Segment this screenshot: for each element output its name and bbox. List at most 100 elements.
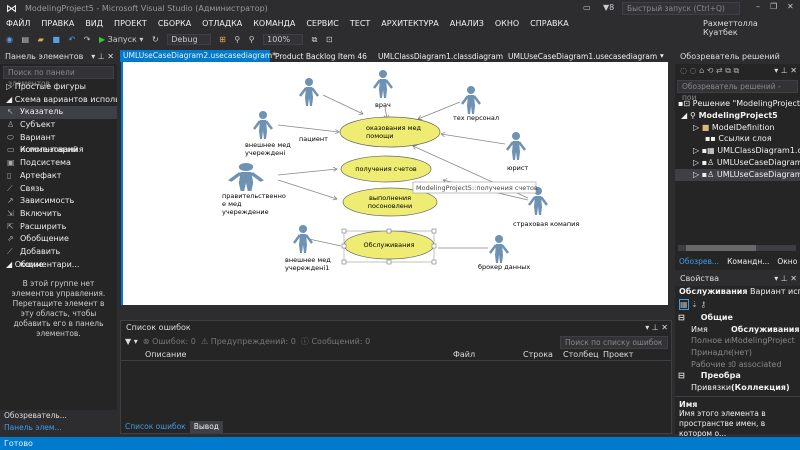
tree-model-definition[interactable]: ▷ ■ ModelDefinition — [675, 122, 800, 134]
toolbox-item-include[interactable]: ⇲ Включить — [0, 208, 117, 221]
tab-class-diagram[interactable]: UMLClassDiagram1.classdiagram — [378, 52, 503, 61]
actor-government[interactable]: правительственное медучереждение — [222, 163, 286, 216]
panel-controls[interactable]: ▾ ⊥ ✕ — [91, 50, 114, 64]
new-project-icon[interactable]: ▤ — [22, 35, 30, 44]
tab-overflow-icon[interactable]: ▾ — [660, 51, 664, 60]
alphabetical-icon[interactable]: ⇣ — [691, 300, 698, 309]
column-description[interactable]: Описание — [145, 349, 186, 361]
usecase-invoices[interactable]: получения счетов — [340, 155, 432, 183]
menu-team[interactable]: КОМАНДА — [253, 19, 295, 28]
warnings-filter-button[interactable]: ⚠ Предупреждений: 0 — [198, 337, 296, 346]
toolbox-item-pointer[interactable]: ↖ Указатель — [0, 106, 117, 120]
tab-output[interactable]: Вывод — [189, 421, 223, 433]
quick-launch-input[interactable]: Быстрый запуск (Ctrl+Q) — [622, 2, 740, 15]
zoom-select[interactable]: 100% — [263, 34, 304, 45]
save-icon[interactable]: ■ — [52, 35, 60, 44]
refresh-icon[interactable]: ↻ — [152, 35, 159, 44]
validate-icon[interactable]: ⊡ — [326, 35, 333, 44]
actor-data-broker[interactable]: брокер данных — [478, 233, 530, 271]
collapse-icon[interactable]: ⧉ ⧉ — [725, 66, 739, 75]
category-text-transform[interactable]: ⊟ Преобразования текста — [675, 370, 800, 382]
actor-external-med-1[interactable]: внешнее медучережденi1 — [285, 223, 331, 272]
feedback-icon[interactable]: ▭ — [583, 3, 591, 12]
restore-button[interactable]: ❐ — [770, 2, 777, 11]
usecase-service-selected[interactable]: Обслуживания — [341, 228, 437, 265]
tab-solution[interactable]: Обозрев... — [675, 256, 723, 268]
run-button[interactable]: ▶ Запуск ▾ — [99, 35, 144, 44]
column-column[interactable]: Столбец — [563, 349, 599, 361]
toolbox-item-comment[interactable]: ▭ Комментарий — [0, 144, 117, 157]
tab-usecase-diagram2[interactable]: UMLUseCaseDiagram2.usecasediagram* ⊕ ✕ — [120, 50, 276, 72]
back-icon[interactable]: ◉ — [6, 35, 13, 44]
undo-icon[interactable]: ↶ — [68, 35, 75, 44]
usecase-diagram[interactable]: пациент врач тех персонал внешнее медуче… — [123, 62, 670, 305]
horizontal-scrollbar[interactable] — [678, 245, 796, 251]
menu-test[interactable]: ТЕСТ — [350, 19, 370, 28]
menu-file[interactable]: ФАЙЛ — [6, 19, 30, 28]
column-project[interactable]: Проект — [603, 349, 633, 361]
group-simple-shapes[interactable]: ▷ Простые фигуры — [0, 81, 117, 94]
actor-patient[interactable]: пациент — [298, 76, 328, 143]
menu-tools[interactable]: СЕРВИС — [306, 19, 339, 28]
actor-external-med[interactable]: внешнее медучережденi — [245, 109, 291, 157]
menu-help[interactable]: СПРАВКА — [530, 19, 569, 28]
actor-lawyer[interactable]: юрист — [505, 130, 528, 172]
actor-doctor[interactable]: врач — [372, 68, 394, 109]
layout-icon[interactable]: ⧉ — [312, 35, 318, 45]
menu-project[interactable]: ПРОЕКТ — [114, 19, 147, 28]
back-icon[interactable]: ◌ ◌ — [680, 66, 697, 75]
tab-class-view[interactable]: Окно кл... — [773, 256, 800, 268]
sync-icon[interactable]: ⟲ ⇄ — [707, 66, 723, 75]
open-icon[interactable]: ▰ — [38, 35, 44, 44]
tab-backlog-item[interactable]: Product Backlog Item 46 — [275, 52, 367, 61]
menu-window[interactable]: ОКНО — [495, 19, 519, 28]
property-row[interactable]: Рабочие элем0 associated — [675, 359, 800, 371]
column-file[interactable]: Файл — [453, 349, 475, 361]
zoom-out-icon[interactable]: ⚲ — [249, 35, 255, 44]
column-line[interactable]: Строка — [523, 349, 553, 361]
find-icon[interactable]: ⊞ — [219, 35, 226, 44]
toolbox-item-artifact[interactable]: ▯ Артефакт — [0, 170, 117, 183]
tab-error-list[interactable]: Список ошибок — [121, 421, 190, 433]
toolbox-item-extend[interactable]: ⇱ Расширить — [0, 221, 117, 234]
tree-usecase-diagram1[interactable]: ▷ ▪♙ UMLUseCaseDiagram1.usecasediagram — [675, 157, 800, 169]
menu-debug[interactable]: ОТЛАДКА — [202, 19, 242, 28]
tab-usecase-diagram1[interactable]: UMLUseCaseDiagram1.usecasediagram — [508, 52, 657, 61]
usecase-medical-care[interactable]: оказования медпомощи — [339, 116, 441, 148]
filter-icon[interactable]: ▼ ▾ — [125, 337, 138, 346]
toolbox-search-input[interactable]: Поиск по панели элементов — [3, 66, 114, 88]
toolbox-item-add-comment[interactable]: ⟋ Добавить комментари... — [0, 246, 117, 269]
toolbox-item-association[interactable]: ⟋ Связь — [0, 183, 117, 196]
toolbox-item-actor[interactable]: ♙ Субъект — [0, 119, 117, 132]
panel-controls[interactable]: ▾ ⊥ ✕ — [774, 64, 797, 78]
menu-analyze[interactable]: АНАЛИЗ — [450, 19, 484, 28]
panel-controls[interactable]: ▾ ⊥ ✕ — [774, 272, 797, 286]
tab-solution-explorer[interactable]: Обозреватель... — [0, 410, 71, 422]
diagram-canvas[interactable]: пациент врач тех персонал внешнее мед уче… — [121, 62, 668, 305]
property-row[interactable]: Привязки шаб(Коллекция) — [675, 382, 800, 394]
error-search-input[interactable]: Поиск по списку ошибок — [560, 336, 668, 349]
notifications-button[interactable]: ▼8 — [603, 3, 614, 12]
property-row[interactable]: Полное имяModelingProject — [675, 335, 800, 347]
menu-architecture[interactable]: АРХИТЕКТУРА — [381, 19, 438, 28]
home-icon[interactable]: ⌂ — [699, 66, 704, 75]
property-row[interactable]: Имя Обслуживания — [675, 324, 800, 336]
menu-build[interactable]: СБОРКА — [158, 19, 191, 28]
menu-edit[interactable]: ПРАВКА — [41, 19, 74, 28]
categorized-icon[interactable]: ▦ — [679, 299, 689, 310]
actor-tech-staff[interactable]: тех персонал — [453, 84, 499, 122]
errors-filter-button[interactable]: ⊗ Ошибок: 0 — [140, 337, 196, 346]
toolbox-item-dependency[interactable]: ↗ Зависимость — [0, 195, 117, 208]
object-selector[interactable]: Обслуживания Вариант исполь ▾ — [675, 286, 800, 298]
group-general[interactable]: ◢ Общие — [0, 259, 117, 272]
property-row[interactable]: Принадлежащ(нет) — [675, 347, 800, 359]
zoom-in-icon[interactable]: ⚲ — [234, 35, 240, 44]
tree-layer-refs[interactable]: ▪▪ Ссылки слоя — [675, 133, 800, 145]
tree-project[interactable]: ◢ ⚲ ModelingProject5 — [675, 110, 800, 122]
tab-team[interactable]: Командн... — [723, 256, 773, 268]
category-general[interactable]: ⊟ Общие — [675, 312, 800, 324]
tab-toolbox[interactable]: Панель элем... — [0, 422, 66, 434]
toolbox-item-subsystem[interactable]: ▣ Подсистема — [0, 157, 117, 170]
menu-view[interactable]: ВИД — [85, 19, 103, 28]
panel-controls[interactable]: ▾ ⊥ ✕ — [645, 321, 668, 335]
